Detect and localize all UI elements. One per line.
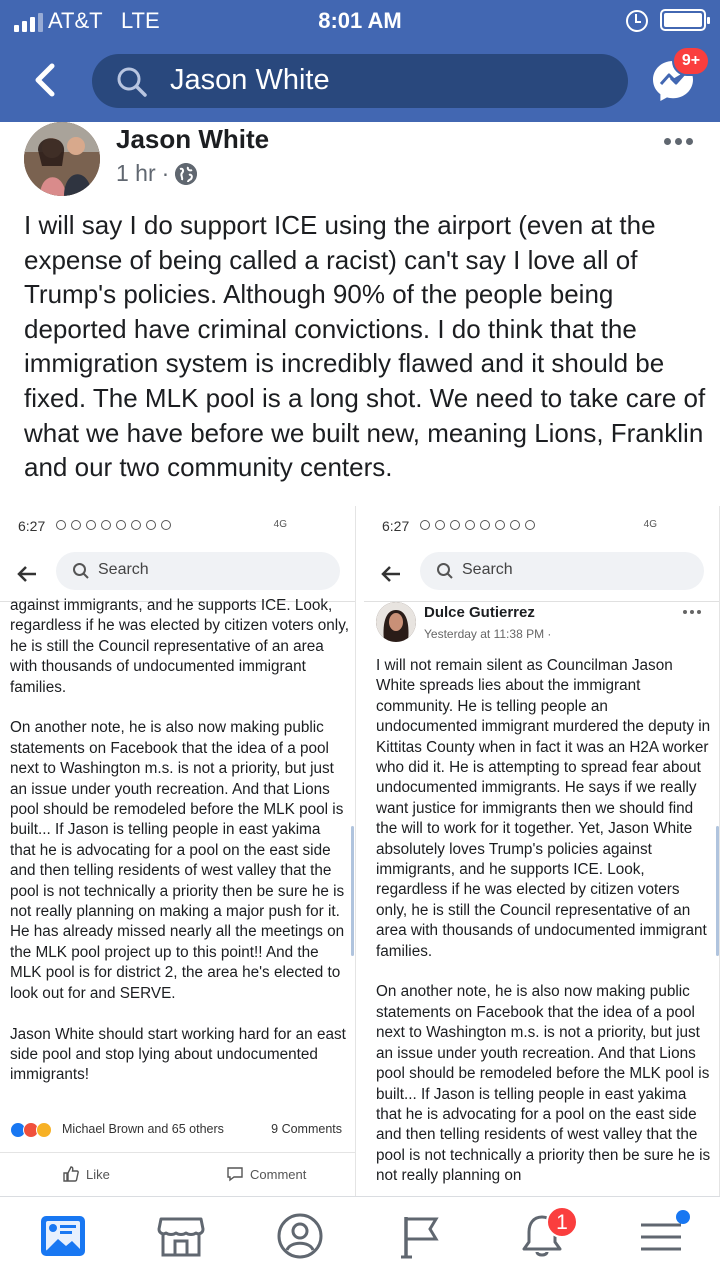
photo-author-name: Dulce Gutierrez bbox=[424, 604, 535, 621]
back-arrow-icon[interactable] bbox=[28, 60, 64, 100]
search-input[interactable]: Jason White bbox=[92, 54, 628, 108]
post-options-icon[interactable] bbox=[664, 138, 693, 145]
thumbs-up-icon bbox=[63, 1166, 79, 1182]
search-icon bbox=[73, 563, 89, 579]
marketplace-icon[interactable] bbox=[156, 1211, 206, 1261]
photo-like-button: Like bbox=[62, 1165, 110, 1183]
post-meta: 1 hr · bbox=[116, 160, 198, 187]
photo-action-row: Like Comment bbox=[0, 1152, 355, 1192]
photo-search-input: Search bbox=[56, 552, 340, 590]
post-photo-right[interactable]: 6:27 4G Search Dulce Gutierrez Yesterday… bbox=[364, 506, 720, 1196]
photo-paragraph: On another note, he is also now making p… bbox=[10, 719, 345, 1002]
photo-search-bar: Search bbox=[364, 544, 719, 602]
search-icon bbox=[437, 563, 453, 579]
author-avatar[interactable] bbox=[24, 122, 100, 196]
back-arrow-icon bbox=[381, 566, 400, 582]
photo-paragraph: On another note, he is also now making p… bbox=[376, 983, 711, 1185]
profile-icon[interactable] bbox=[275, 1211, 325, 1261]
alarm-clock-icon bbox=[626, 10, 648, 32]
back-arrow-icon bbox=[17, 566, 36, 582]
photo-reactions-row: Michael Brown and 65 others 9 Comments bbox=[10, 1120, 346, 1140]
photo-search-bar: Search bbox=[0, 544, 355, 602]
meta-separator: · bbox=[161, 160, 170, 186]
photo-paragraph: against immigrants, and he supports ICE.… bbox=[10, 597, 349, 696]
search-query: Jason White bbox=[170, 64, 330, 96]
photo-post-text: I will not remain silent as Councilman J… bbox=[376, 656, 712, 1196]
photo-paragraph: I will not remain silent as Councilman J… bbox=[376, 657, 711, 960]
messenger-badge: 9+ bbox=[672, 46, 710, 76]
app-header: AT&T LTE 8:01 AM Jason White bbox=[0, 0, 720, 122]
bottom-tab-bar bbox=[0, 1196, 720, 1280]
status-time: 8:01 AM bbox=[318, 8, 402, 33]
photo-search-input: Search bbox=[420, 552, 704, 590]
photo-author-avatar bbox=[376, 602, 416, 642]
scroll-indicator bbox=[716, 826, 719, 956]
photo-comment-button: Comment bbox=[226, 1165, 306, 1183]
photo-status-bar: 6:27 4G bbox=[382, 518, 657, 534]
news-feed-icon[interactable] bbox=[38, 1211, 88, 1261]
status-bar: AT&T LTE 8:01 AM bbox=[0, 8, 720, 36]
photo-options-icon bbox=[683, 610, 701, 614]
battery-icon bbox=[660, 9, 710, 31]
post-author-name[interactable]: Jason White bbox=[116, 124, 269, 155]
pages-flag-icon[interactable] bbox=[396, 1211, 446, 1261]
comment-icon bbox=[227, 1167, 243, 1182]
photo-paragraph: Jason White should start working hard fo… bbox=[10, 1025, 346, 1084]
photo-post-meta: Yesterday at 11:38 PM · bbox=[424, 627, 552, 641]
post-timestamp[interactable]: 1 hr bbox=[116, 160, 156, 187]
scroll-indicator bbox=[351, 826, 354, 956]
photo-post-text: against immigrants, and he supports ICE.… bbox=[10, 596, 350, 1106]
globe-icon bbox=[175, 162, 198, 185]
search-icon bbox=[117, 67, 147, 97]
post-photo-left[interactable]: 6:27 4G Search against immigrants, and h… bbox=[0, 506, 356, 1196]
reaction-icons bbox=[10, 1122, 52, 1138]
photo-status-bar: 6:27 4G bbox=[18, 518, 287, 534]
notifications-badge: 1 bbox=[546, 1206, 578, 1238]
post-body: I will say I do support ICE using the ai… bbox=[24, 210, 706, 483]
menu-new-dot bbox=[676, 1210, 690, 1224]
